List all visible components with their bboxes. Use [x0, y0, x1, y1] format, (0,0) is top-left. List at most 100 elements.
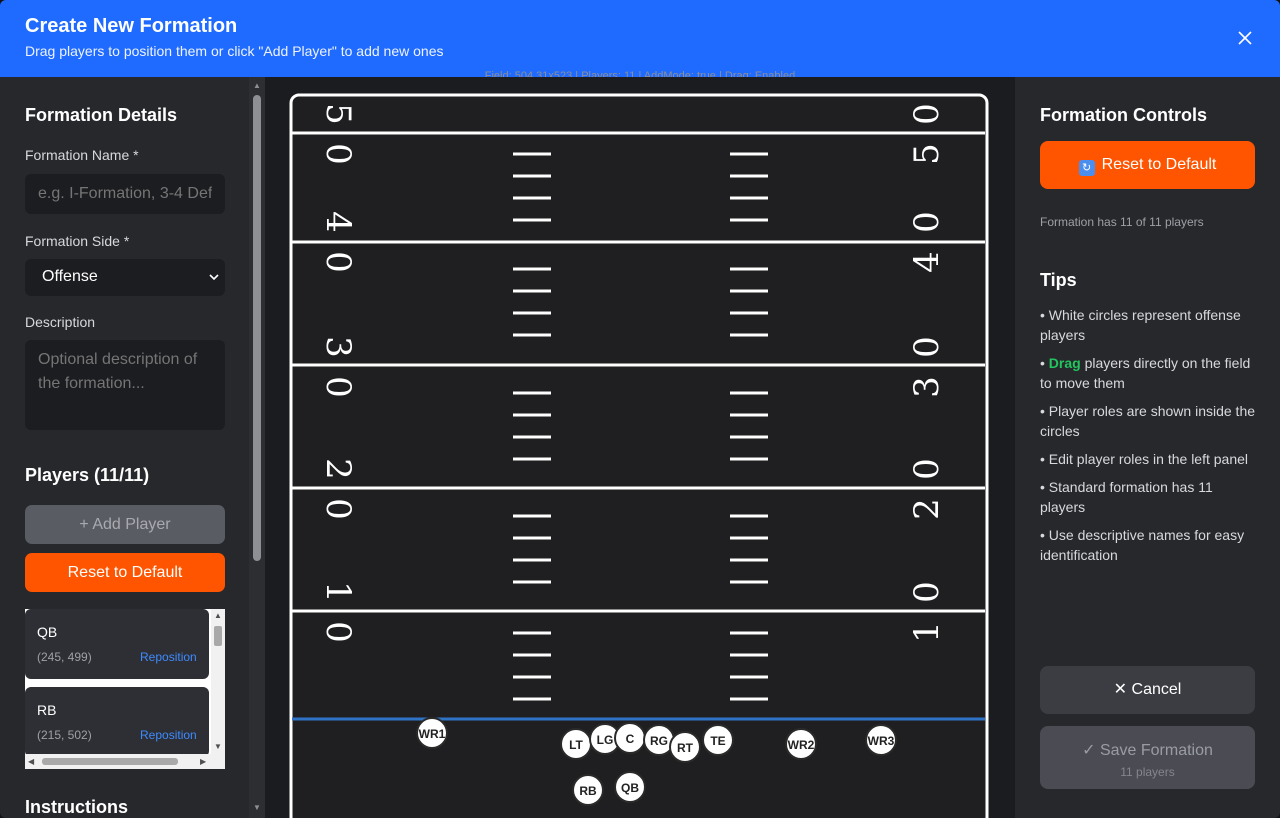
formation-count: Formation has 11 of 11 players [1040, 215, 1204, 229]
yard-number: 2 [907, 498, 947, 520]
tip-item: • White circles represent offense player… [1040, 305, 1260, 345]
reposition-link[interactable]: Reposition [140, 728, 197, 742]
player-label: RT [677, 741, 694, 755]
player-label: C [626, 732, 635, 746]
yard-number: 0 [318, 376, 358, 398]
player-token[interactable]: QB [614, 771, 646, 803]
tip-text: • White circles represent offense player… [1040, 307, 1241, 343]
player-token[interactable]: TE [702, 724, 734, 756]
formation-side-select[interactable]: Offense [25, 259, 225, 296]
yard-number: 4 [907, 251, 947, 273]
scroll-down-icon[interactable]: ▼ [253, 803, 261, 812]
close-icon: ✕ [1113, 681, 1128, 698]
yard-number: 0 [907, 336, 947, 358]
player-token[interactable]: WR3 [865, 724, 897, 756]
yard-number: 0 [907, 458, 947, 480]
reset-default-button-right[interactable]: ↻ Reset to Default [1040, 141, 1255, 189]
yard-number: 3 [318, 336, 358, 358]
player-label: WR3 [868, 734, 895, 748]
player-label: LG [597, 733, 614, 747]
football-field[interactable]: 5 0 5 0 4 0 4 0 3 0 3 0 2 0 2 0 1 0 1 0 WR1 LT LG C RG RT TE WR2 WR3… [265, 77, 1015, 818]
modal-title: Create New Formation [25, 15, 238, 37]
formation-side-value: Offense [42, 268, 98, 285]
player-label: QB [621, 781, 639, 795]
tip-text: • Edit player roles in the left panel [1040, 451, 1249, 467]
scroll-up-icon[interactable]: ▲ [253, 81, 261, 90]
instructions-heading: Instructions [25, 797, 129, 817]
player-label: WR1 [419, 727, 446, 741]
player-label: TE [710, 734, 725, 748]
formation-side-label: Formation Side * [25, 233, 130, 249]
list-item: QB (245, 499) Reposition [25, 609, 209, 679]
yard-number: 0 [318, 621, 358, 643]
modal-header: Create New Formation Drag players to pos… [0, 0, 1280, 77]
player-token[interactable]: C [614, 722, 646, 754]
player-token[interactable]: RT [669, 731, 701, 763]
player-token[interactable]: WR1 [416, 717, 448, 749]
left-panel-scrollbar[interactable]: ▲ ▼ [249, 77, 265, 818]
player-label: RB [579, 784, 597, 798]
player-position: (215, 502) [37, 728, 92, 742]
player-token[interactable]: RB [572, 774, 604, 806]
chevron-down-icon [209, 274, 219, 281]
scrollbar-thumb[interactable] [42, 758, 178, 765]
right-panel: Formation Controls ↻ Reset to Default For… [1015, 77, 1280, 818]
modal-subtitle: Drag players to position them or click "… [25, 43, 444, 59]
save-label: ✓ Save Formation [1082, 742, 1213, 759]
save-formation-button[interactable]: ✓ Save Formation 11 players [1040, 726, 1255, 789]
yard-number: 0 [318, 251, 358, 273]
player-list-horizontal-scrollbar[interactable]: ◀ ▶ [25, 754, 225, 769]
scroll-left-icon[interactable]: ◀ [28, 757, 34, 766]
tip-text: • Standard formation has 11 players [1040, 479, 1213, 515]
tip-text: • Use descriptive names for easy identif… [1040, 527, 1245, 563]
player-list: QB (245, 499) Reposition RB (215, 502) R… [25, 609, 225, 769]
tips-list: • White circles represent offense player… [1040, 305, 1260, 573]
player-token[interactable]: LT [560, 728, 592, 760]
yard-number: 0 [907, 211, 947, 233]
left-panel: Formation Details Formation Name * Forma… [0, 77, 249, 818]
player-token[interactable]: WR2 [785, 728, 817, 760]
tip-text: • [1040, 355, 1049, 371]
player-list-vertical-scrollbar[interactable]: ▲ ▼ [211, 609, 225, 754]
yard-number: 0 [318, 143, 358, 165]
scroll-right-icon[interactable]: ▶ [200, 757, 206, 766]
formation-name-label: Formation Name * [25, 147, 139, 163]
formation-details-heading: Formation Details [25, 105, 178, 125]
yard-number: 0 [907, 103, 947, 125]
formation-name-input[interactable] [25, 174, 225, 214]
field-surface [289, 93, 989, 818]
cancel-button[interactable]: ✕ Cancel [1040, 666, 1255, 714]
scroll-up-icon[interactable]: ▲ [214, 611, 222, 620]
yard-number: 0 [318, 498, 358, 520]
player-position: (245, 499) [37, 650, 92, 664]
yard-number: 1 [907, 621, 947, 643]
field-area: 5 0 5 0 4 0 4 0 3 0 3 0 2 0 2 0 1 0 1 0 WR1 LT LG C RG RT TE WR2 WR3… [265, 77, 1015, 818]
scrollbar-thumb[interactable] [214, 626, 222, 646]
reposition-link[interactable]: Reposition [140, 650, 197, 664]
player-label: RG [650, 734, 668, 748]
tip-item: • Player roles are shown inside the circ… [1040, 401, 1260, 441]
list-item: RB (215, 502) Reposition [25, 687, 209, 757]
description-label: Description [25, 314, 96, 330]
yard-number: 4 [318, 211, 358, 233]
tip-item: • Drag players directly on the field to … [1040, 353, 1260, 393]
description-textarea[interactable] [25, 340, 225, 430]
players-heading: Players (11/11) [25, 465, 150, 485]
yard-number: 0 [907, 581, 947, 603]
formation-controls-heading: Formation Controls [1040, 105, 1207, 125]
yard-number: 5 [318, 103, 358, 125]
tip-text: • Player roles are shown inside the circ… [1040, 403, 1256, 439]
player-role: RB [37, 702, 57, 718]
tip-highlight: Drag [1048, 355, 1081, 371]
close-icon[interactable] [1232, 25, 1258, 51]
save-sub-label: 11 players [1120, 765, 1175, 779]
tip-item: • Edit player roles in the left panel [1040, 449, 1260, 469]
reset-default-button[interactable]: Reset to Default [25, 553, 225, 592]
yard-number: 2 [318, 458, 358, 480]
scroll-down-icon[interactable]: ▼ [214, 742, 222, 751]
add-player-button[interactable]: + Add Player [25, 505, 225, 544]
cancel-label: Cancel [1131, 681, 1182, 698]
yard-number: 5 [907, 143, 947, 165]
scrollbar-thumb[interactable] [253, 95, 261, 561]
reset-label: Reset to Default [1101, 156, 1217, 173]
